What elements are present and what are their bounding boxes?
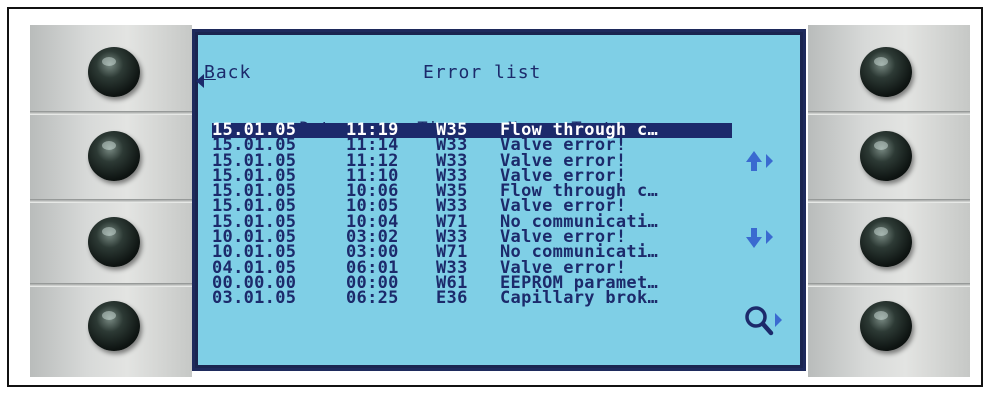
panel-divider — [808, 199, 970, 203]
error-time: 06:25 — [346, 288, 399, 309]
lcd-screen: Back Error list DateTimeNo.Text 15.01.05… — [196, 35, 800, 365]
screen-title: Error list — [423, 62, 542, 83]
error-text: Capillary brok… — [500, 288, 659, 309]
panel-divider — [808, 111, 970, 115]
error-code: E36 — [436, 288, 468, 309]
error-date: 03.01.05 — [212, 288, 297, 309]
right-softkey-1[interactable] — [860, 47, 912, 97]
left-softkey-4[interactable] — [88, 301, 140, 351]
scroll-down[interactable] — [742, 223, 782, 253]
right-softkey-4-details[interactable] — [860, 301, 912, 351]
magnifier-icon — [745, 306, 782, 336]
panel-divider — [30, 199, 192, 203]
left-softkey-panel — [30, 25, 192, 377]
error-list[interactable]: 15.01.05 11:19 W35 Flow through c… 15.01.05 1… — [212, 122, 732, 309]
arrow-down-icon — [746, 228, 773, 248]
back-button[interactable]: Back — [196, 62, 251, 88]
right-softkey-2-scroll-up[interactable] — [860, 131, 912, 181]
panel-divider — [30, 111, 192, 115]
left-softkey-1-back[interactable] — [88, 47, 140, 97]
table-row[interactable]: 03.01.05 06:25 E36 Capillary brok… — [212, 288, 732, 309]
lcd-bezel: Back Error list DateTimeNo.Text 15.01.05… — [192, 29, 806, 371]
panel-divider — [30, 283, 192, 287]
right-softkey-panel — [808, 25, 970, 377]
back-arrow-icon — [196, 74, 204, 88]
right-softkey-3-scroll-down[interactable] — [860, 217, 912, 267]
left-softkey-3[interactable] — [88, 217, 140, 267]
left-softkey-2[interactable] — [88, 131, 140, 181]
panel-divider — [808, 283, 970, 287]
scroll-up[interactable] — [742, 147, 782, 177]
details-search[interactable] — [742, 303, 786, 339]
arrow-up-icon — [746, 151, 773, 171]
